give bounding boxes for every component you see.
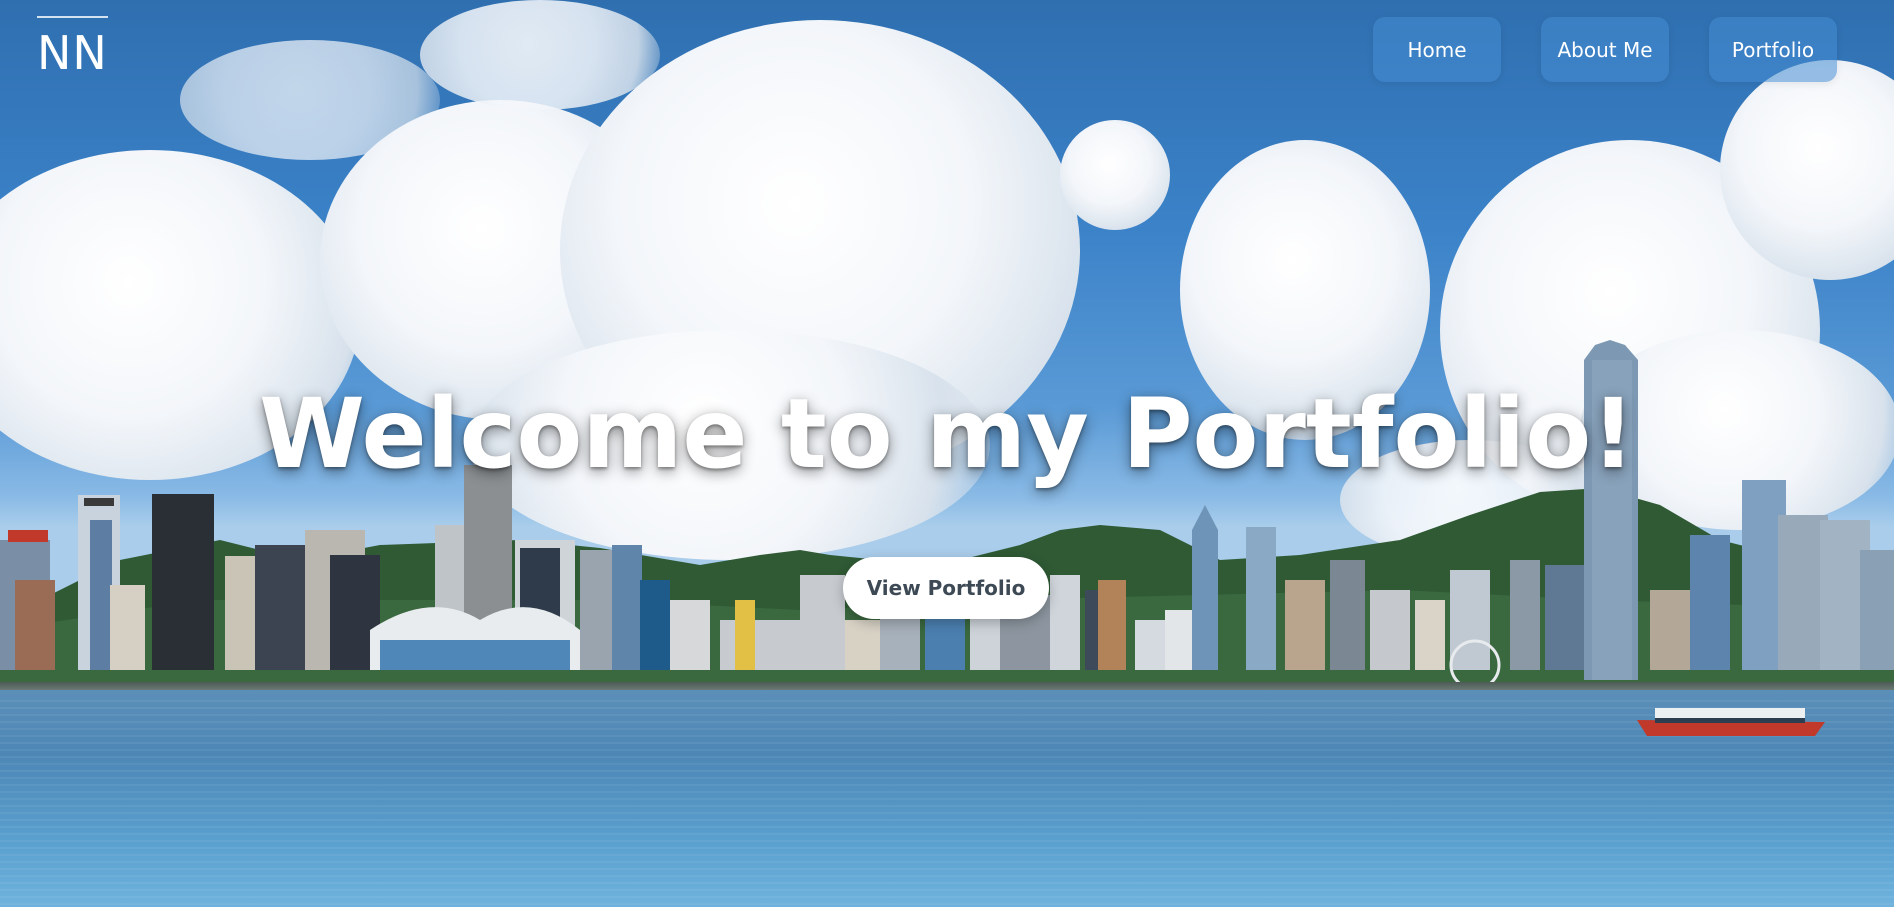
hero-section: NN Home About Me Portfolio Welcome to my… — [0, 0, 1894, 907]
nav-portfolio-button[interactable]: Portfolio — [1709, 17, 1837, 82]
view-portfolio-button[interactable]: View Portfolio — [843, 557, 1049, 619]
nav-about-me-button[interactable]: About Me — [1541, 17, 1669, 82]
site-logo[interactable]: NN — [37, 16, 108, 76]
nav-home-button[interactable]: Home — [1373, 17, 1501, 82]
top-nav: Home About Me Portfolio — [1373, 17, 1837, 82]
hero-headline: Welcome to my Portfolio! — [258, 378, 1635, 490]
